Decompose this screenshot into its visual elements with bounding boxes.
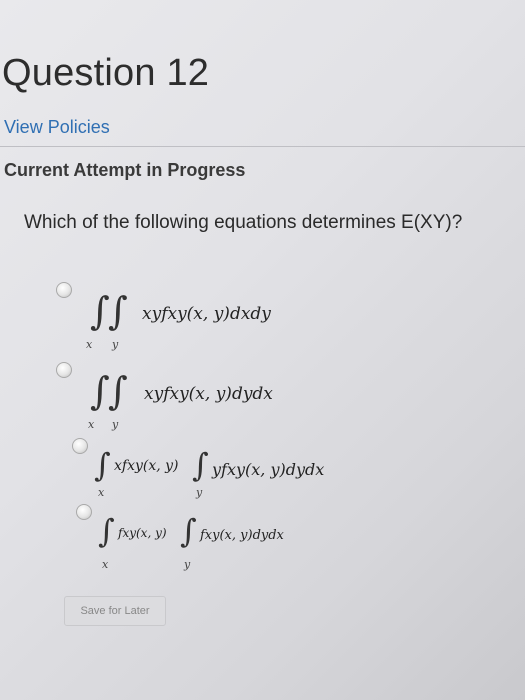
- radio-button[interactable]: [56, 362, 72, 378]
- integral-sign: ∫: [180, 512, 197, 550]
- radio-button[interactable]: [72, 438, 88, 454]
- integral-sign: ∫: [90, 369, 110, 413]
- answer-option-4[interactable]: ∫ fxy(x, y) x ∫ fxy(x, y)dydx y: [56, 500, 516, 571]
- integral-limit: y: [184, 558, 191, 571]
- answer-option-1[interactable]: ∫ ∫ x y xyfxy(x, y)dxdy: [56, 280, 516, 351]
- integral-expression: fxy(x, y)dydx: [200, 528, 284, 543]
- question-prompt: Which of the following equations determi…: [24, 212, 463, 233]
- integral-sign: ∫: [192, 446, 209, 484]
- integral-expression: xyfxy(x, y)dxdy: [142, 304, 271, 324]
- integral-limit: y: [112, 418, 119, 431]
- radio-button[interactable]: [56, 282, 72, 298]
- integral-limit: x: [98, 486, 105, 499]
- integral-expression: xfxy(x, y): [114, 458, 179, 474]
- integral-limit: y: [112, 338, 119, 351]
- integral-expression: xyfxy(x, y)dydx: [144, 384, 273, 404]
- integral-sign: ∫: [98, 512, 115, 550]
- integral-expression: yfxy(x, y)dydx: [212, 460, 325, 479]
- integral-sign: ∫: [90, 289, 110, 333]
- attempt-status: Current Attempt in Progress: [4, 160, 246, 180]
- integral-sign: ∫: [94, 446, 111, 484]
- save-for-later-button[interactable]: Save for Later: [64, 596, 166, 626]
- integral-limit: x: [86, 338, 93, 351]
- answer-option-2[interactable]: ∫ ∫ x y xyfxy(x, y)dydx: [56, 360, 516, 431]
- integral-limit: x: [88, 418, 95, 431]
- integral-expression: fxy(x, y): [118, 526, 167, 540]
- integral-limit: y: [196, 486, 203, 499]
- question-title: Question 12: [2, 52, 210, 94]
- integral-limit: x: [102, 558, 109, 571]
- view-policies-link[interactable]: View Policies: [4, 117, 110, 138]
- integral-sign: ∫: [108, 289, 128, 333]
- radio-button[interactable]: [76, 504, 92, 520]
- answer-option-3[interactable]: ∫ xfxy(x, y) x ∫ yfxy(x, y)dydx y: [56, 434, 516, 504]
- integral-sign: ∫: [108, 369, 128, 413]
- divider: [0, 146, 525, 147]
